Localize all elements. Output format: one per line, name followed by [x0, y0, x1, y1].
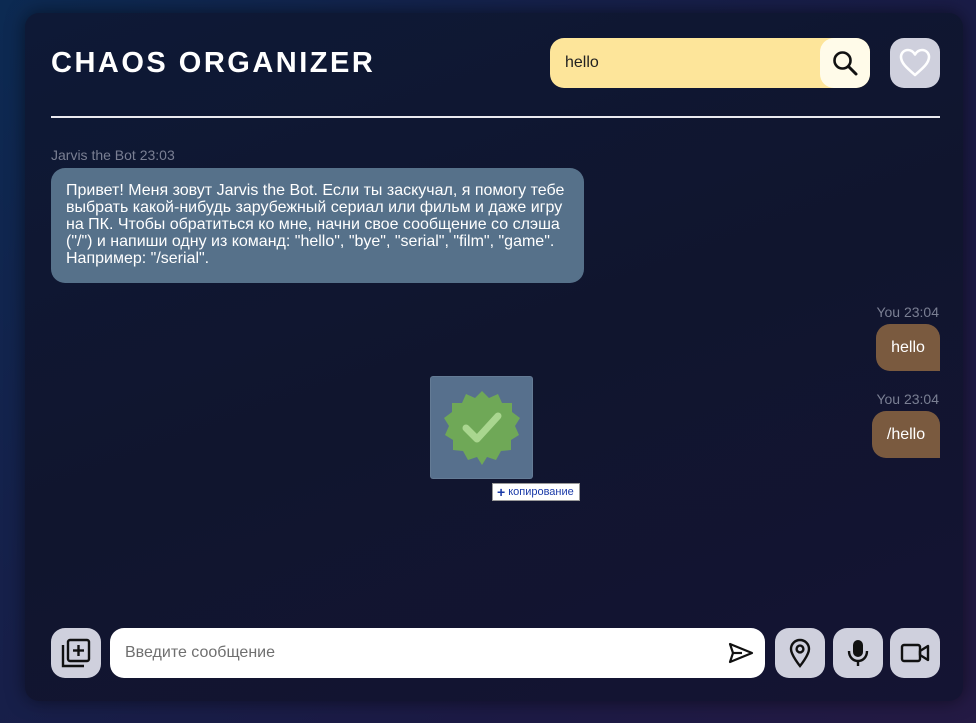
- search-button[interactable]: [820, 38, 870, 88]
- video-camera-icon: [900, 643, 930, 663]
- send-button[interactable]: [725, 638, 757, 668]
- verified-badge-icon: [443, 390, 520, 465]
- video-record-button[interactable]: [890, 628, 940, 678]
- search-box: [550, 38, 870, 88]
- heart-icon: [899, 48, 931, 77]
- user-message-bubble: /hello: [872, 411, 940, 458]
- drag-copy-tooltip: + копирование: [492, 483, 580, 501]
- favorites-button[interactable]: [890, 38, 940, 88]
- attach-file-button[interactable]: [51, 628, 101, 678]
- chat-window: CHAOS ORGANIZER Jarvis the Bot 23:03 При…: [25, 13, 963, 701]
- search-icon: [833, 51, 858, 76]
- message-input[interactable]: [110, 628, 710, 678]
- microphone-icon: [847, 640, 869, 666]
- plus-icon: +: [497, 484, 506, 500]
- header-divider: [51, 116, 940, 118]
- message-meta-user: You 23:04: [876, 304, 939, 320]
- copy-tooltip-label: копирование: [508, 486, 574, 498]
- location-button[interactable]: [775, 628, 825, 678]
- message-meta-bot: Jarvis the Bot 23:03: [51, 147, 175, 163]
- message-meta-user: You 23:04: [876, 391, 939, 407]
- user-message-bubble: hello: [876, 324, 940, 371]
- dragged-file-preview: [430, 376, 533, 479]
- add-files-icon: [61, 638, 91, 668]
- search-input[interactable]: [550, 38, 820, 88]
- bot-message-bubble: Привет! Меня зовут Jarvis the Bot. Если …: [51, 168, 584, 283]
- send-icon: [728, 642, 754, 664]
- app-title: CHAOS ORGANIZER: [51, 47, 376, 79]
- audio-record-button[interactable]: [833, 628, 883, 678]
- message-field: [110, 628, 765, 678]
- location-pin-icon: [789, 638, 811, 668]
